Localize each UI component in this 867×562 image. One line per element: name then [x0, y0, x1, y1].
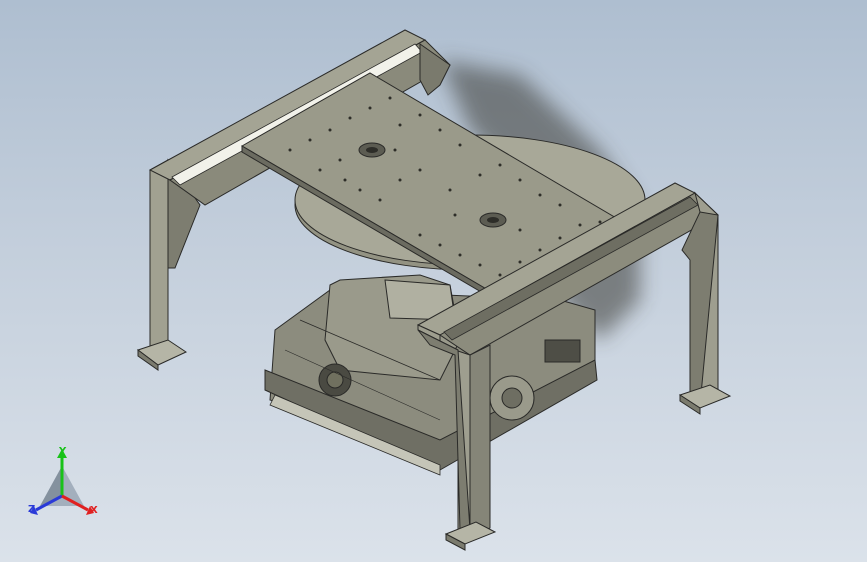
- triad-graphic: [30, 449, 94, 515]
- y-axis-label: Y: [59, 446, 67, 457]
- z-axis-label: Z: [28, 504, 36, 515]
- x-axis-label: X: [90, 505, 98, 516]
- coordinate-triad: Y Z X: [22, 446, 112, 526]
- cad-viewport[interactable]: Y Z X: [0, 0, 867, 562]
- cad-model[interactable]: [0, 0, 867, 562]
